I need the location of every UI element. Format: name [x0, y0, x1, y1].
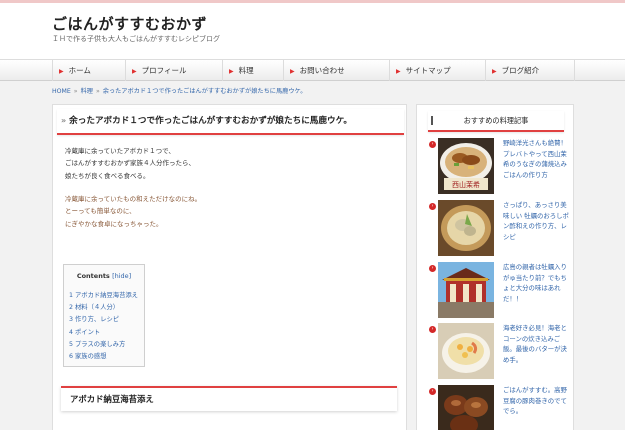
sidebar-article-item[interactable]: › 広島の親者は牡蠣入り がゅ当たり前？でもちょと大分の味はあれだ！！ — [417, 262, 575, 320]
breadcrumb-category-link[interactable]: 料理 — [81, 88, 93, 95]
sidebar-article-item[interactable]: › 西山茉希 野崎洋光さんも絶賛！プレバトやって西山茉希のうなぎの蒲焼込みごはん… — [417, 138, 575, 196]
post-title-text: 余ったアボカド１つで作ったごはんがすすむおかずが娘たちに馬鹿ウケ。 — [69, 116, 352, 126]
article-link[interactable]: さっぱり、あっさり美味しい 牡蠣のおろしポン酢和えの作り方、レシピ — [503, 200, 569, 243]
nav-item-contact[interactable]: ▶ お問い合わせ — [283, 60, 389, 81]
toc-item[interactable]: 1 アボカド納豆海苔添え — [69, 290, 138, 299]
sidebar-title-text: おすすめの料理記事 — [463, 116, 529, 125]
sidebar-article-item[interactable]: › さっぱり、あっさり美味しい 牡蠣のおろしポン酢和えの作り方、レシピ — [417, 200, 575, 258]
article-thumbnail[interactable] — [438, 385, 494, 430]
paragraph-line: とーっても簡単なのに、 — [65, 207, 136, 216]
bullet-arrow-icon: › — [429, 203, 436, 210]
toc-item[interactable]: 5 プラスの楽しみ方 — [69, 339, 125, 348]
arrow-right-icon: ▶ — [396, 68, 401, 75]
post-title: » 余ったアボカド１つで作ったごはんがすすむおかずが娘たちに馬鹿ウケ。 — [57, 109, 404, 135]
thumbnail-caption: 西山茉希 — [452, 180, 480, 189]
article-thumbnail[interactable] — [438, 200, 494, 256]
arrow-right-icon: ▶ — [229, 68, 234, 75]
bullet-arrow-icon: › — [429, 326, 436, 333]
toc-item[interactable]: 4 ポイント — [69, 327, 100, 336]
nav-label: プロフィール — [141, 66, 187, 75]
global-nav: ▶ ホーム ▶ プロフィール ▶ 料理 ▶ お問い合わせ ▶ サイトマップ ▶ ブログ紹介 — [0, 59, 625, 81]
nav-item-profile[interactable]: ▶ プロフィール — [125, 60, 222, 81]
toc-title-text: Contents — [76, 272, 110, 280]
paragraph-line: 冷蔵庫に余っていたもの和えただけなのにね。 — [65, 195, 202, 203]
table-of-contents: Contents [hide] 1 アボカド納豆海苔添え 2 材料（４人分） 3… — [63, 264, 145, 367]
post-paragraph-1: 冷蔵庫に余っていたアボカド１つで、 ごはんがすすむおかず家族４人分作ったら、 娘… — [65, 145, 195, 182]
paragraph-line: 冷蔵庫に余っていたアボカド１つで、 — [65, 147, 175, 155]
nav-label: ブログ紹介 — [501, 66, 540, 75]
arrow-right-icon: ▶ — [492, 68, 497, 75]
nav-label: サイトマップ — [405, 66, 451, 75]
article-link[interactable]: 野崎洋光さんも絶賛！プレバトやって西山茉希のうなぎの蒲焼込みごはんの作り方 — [503, 138, 569, 181]
nav-label: ホーム — [68, 66, 91, 75]
article-link[interactable]: 海老好き必見！海老とコーンの炊き込みご飯。最後のバターが決め手。 — [503, 323, 569, 366]
breadcrumb-home-link[interactable]: HOME — [52, 88, 71, 95]
article-link[interactable]: 広島の親者は牡蠣入り がゅ当たり前？でもちょと大分の味はあれだ！！ — [503, 262, 569, 305]
paragraph-line: にぎやかな食卓になっちゃった。 — [65, 219, 163, 228]
nav-item-blog-intro[interactable]: ▶ ブログ紹介 — [485, 60, 575, 81]
article-thumbnail[interactable]: 西山茉希 — [438, 138, 494, 194]
paragraph-line: ごはんがすすむおかず家族４人分作ったら、 — [65, 159, 195, 168]
breadcrumb: HOME» 料理» 余ったアボカド１つで作ったごはんがすすむおかずが娘たちに馬鹿ウケ… — [52, 86, 306, 95]
bullet-arrow-icon: › — [429, 388, 436, 395]
bullet-arrow-icon: › — [429, 141, 436, 148]
paragraph-line: 娘たちが良く食べる食べる。 — [65, 171, 150, 180]
sidebar-article-item[interactable]: › 海老好き必見！海老とコーンの炊き込みご飯。最後のバターが決め手。 — [417, 323, 575, 381]
post-paragraph-2: 冷蔵庫に余っていたもの和えただけなのにね。 とーっても簡単なのに、 にぎやかな食… — [65, 193, 201, 230]
nav-item-home[interactable]: ▶ ホーム — [52, 60, 125, 81]
toc-item[interactable]: 6 家族の感想 — [69, 351, 107, 360]
double-tick-icon: » — [61, 116, 67, 125]
bullet-arrow-icon: › — [429, 265, 436, 272]
article-thumbnail[interactable] — [438, 262, 494, 318]
site-description: ＩＨで作る子供も大人もごはんがすすむレシピブログ — [52, 35, 220, 43]
arrow-right-icon: ▶ — [132, 68, 137, 75]
nav-label: お問い合わせ — [299, 66, 345, 75]
sidebar: おすすめの料理記事 › 西山茉希 野崎洋光さんも絶賛！プレバトやって西山茉希のう… — [416, 104, 574, 430]
section-heading: アボカド納豆海苔添え — [61, 386, 397, 411]
breadcrumb-separator: » — [95, 88, 100, 95]
arrow-right-icon: ▶ — [59, 68, 64, 75]
sidebar-article-item[interactable]: › ごはんがすすむ。高野豆腐の豚肉巻きのでてでら。 — [417, 385, 575, 430]
breadcrumb-separator: » — [73, 88, 78, 95]
nav-label: 料理 — [238, 66, 254, 75]
title-bar-decoration — [431, 116, 433, 125]
main-content: » 余ったアボカド１つで作ったごはんがすすむおかずが娘たちに馬鹿ウケ。 冷蔵庫に余… — [52, 104, 407, 430]
article-thumbnail[interactable] — [438, 323, 494, 379]
nav-item-cooking[interactable]: ▶ 料理 — [222, 60, 283, 81]
sidebar-title: おすすめの料理記事 — [428, 111, 564, 132]
site-header: ごはんがすすむおかず ＩＨで作る子供も大人もごはんがすすむレシピブログ — [0, 3, 625, 59]
site-title[interactable]: ごはんがすすむおかず — [52, 13, 207, 34]
arrow-right-icon: ▶ — [290, 68, 295, 75]
toc-item[interactable]: 3 作り方、レシピ — [69, 314, 119, 323]
article-link[interactable]: ごはんがすすむ。高野豆腐の豚肉巻きのでてでら。 — [503, 385, 569, 417]
toc-title: Contents [hide] — [64, 272, 144, 280]
toc-item[interactable]: 2 材料（４人分） — [69, 302, 119, 311]
nav-item-sitemap[interactable]: ▶ サイトマップ — [389, 60, 485, 81]
toc-hide-toggle[interactable]: [hide] — [112, 272, 131, 280]
breadcrumb-current: 余ったアボカド１つで作ったごはんがすすむおかずが娘たちに馬鹿ウケ。 — [102, 88, 307, 95]
